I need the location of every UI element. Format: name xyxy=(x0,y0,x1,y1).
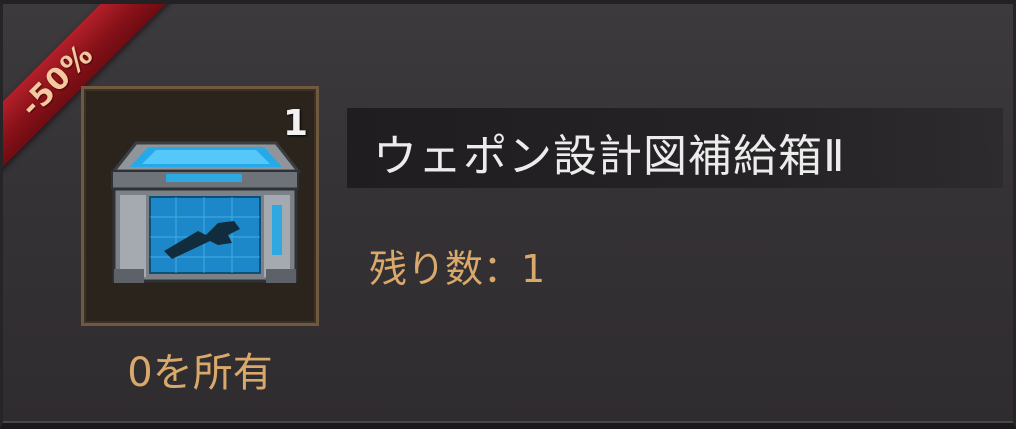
shop-item-card[interactable]: -50% 1 0を所有 ウェポン設計図補給箱Ⅱ 残り数：1 xyxy=(0,0,1016,429)
item-slot[interactable]: 1 xyxy=(81,86,319,326)
item-title-bar: ウェポン設計図補給箱Ⅱ xyxy=(347,108,1003,188)
weapon-blueprint-crate-icon xyxy=(110,141,302,283)
item-title: ウェポン設計図補給箱Ⅱ xyxy=(373,131,846,182)
owned-count-label: 0を所有 xyxy=(127,350,273,396)
remaining-count-label: 残り数：1 xyxy=(369,247,546,291)
